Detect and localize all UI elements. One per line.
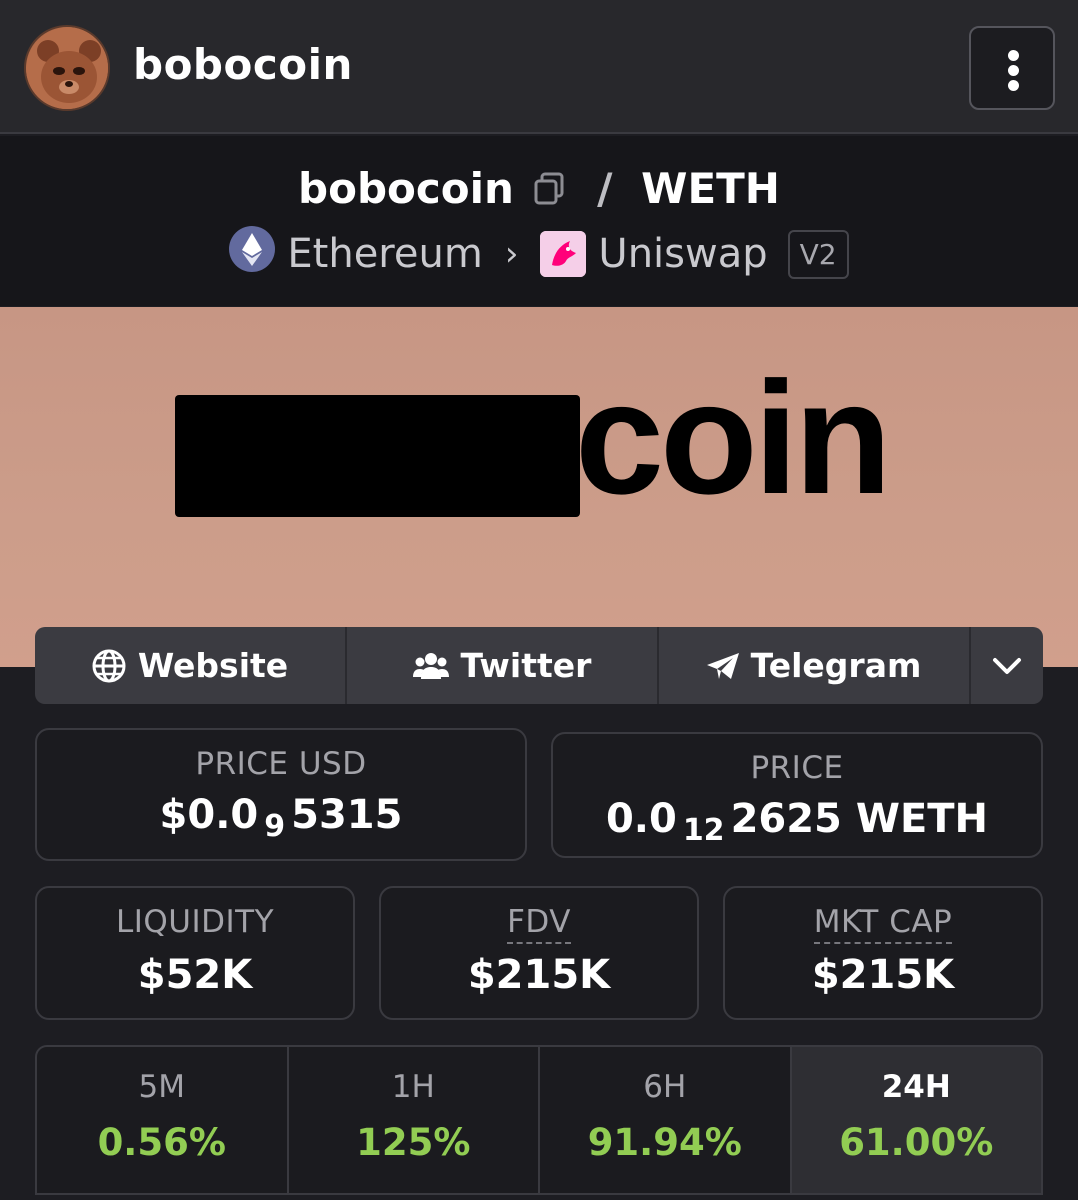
token-avatar <box>24 25 110 111</box>
uniswap-icon <box>540 231 587 277</box>
twitter-label: Twitter <box>460 646 592 685</box>
tab-24h[interactable]: 24H 61.00% <box>791 1047 1041 1193</box>
price-usd-label: PRICE USD <box>195 746 367 782</box>
base-token-symbol: bobocoin <box>298 164 514 213</box>
liquidity-value: $52K <box>137 952 253 998</box>
tab-6h[interactable]: 6H 91.94% <box>540 1047 792 1193</box>
mkt-cap-label-wrap: MKT CAP <box>725 904 1041 944</box>
banner-text: coin <box>575 348 892 527</box>
globe-icon <box>92 649 126 682</box>
more-links-button[interactable] <box>971 627 1043 704</box>
price-native-prefix: 0.0 <box>605 796 677 842</box>
website-button[interactable]: Website <box>35 627 347 704</box>
period-label: 1H <box>391 1069 435 1105</box>
dex-link[interactable]: Uniswap <box>598 231 767 277</box>
fdv-card[interactable]: FDV $215K <box>379 886 699 1020</box>
price-change-tabs: 5M 0.56% 1H 125% 6H 91.94% 24H 61.00% <box>35 1045 1043 1195</box>
redaction-block <box>175 395 580 517</box>
price-usd-card: PRICE USD $0.0 9 5315 <box>35 728 527 861</box>
top-bar: bobocoin <box>0 0 1078 134</box>
period-label: 5M <box>138 1069 185 1105</box>
quote-token-symbol: WETH <box>641 164 780 213</box>
menu-dot-icon <box>1008 80 1019 91</box>
mkt-cap-value: $215K <box>811 952 955 998</box>
social-links-bar: Website Twitter Telegram <box>35 627 1043 704</box>
pair-title: bobocoin / WETH <box>0 164 1078 216</box>
more-options-button[interactable] <box>969 26 1055 110</box>
twitter-button[interactable]: Twitter <box>347 627 659 704</box>
pair-header: bobocoin / WETH Ethereum › Uniswap V2 <box>0 136 1078 306</box>
users-icon <box>412 652 449 679</box>
change-value: 61.00% <box>839 1121 994 1164</box>
menu-dot-icon <box>1008 65 1019 76</box>
telegram-button[interactable]: Telegram <box>659 627 971 704</box>
change-value: 91.94% <box>587 1121 742 1164</box>
mkt-cap-label: MKT CAP <box>813 904 953 944</box>
change-value: 0.56% <box>97 1121 226 1164</box>
chevron-down-icon <box>993 657 1021 674</box>
liquidity-label: LIQUIDITY <box>115 904 275 940</box>
price-native-zero-count: 12 <box>682 813 725 848</box>
ethereum-icon <box>229 226 287 282</box>
version-badge: V2 <box>787 229 849 279</box>
website-label: Website <box>137 646 289 685</box>
price-native-card: PRICE 0.0 12 2625 WETH <box>551 732 1043 858</box>
pair-route: Ethereum › Uniswap V2 <box>0 226 1078 282</box>
telegram-label: Telegram <box>750 646 922 685</box>
pair-separator: / <box>597 164 613 213</box>
mkt-cap-card[interactable]: MKT CAP $215K <box>723 886 1043 1020</box>
price-usd-prefix: $0.0 <box>159 792 259 838</box>
fdv-value: $215K <box>467 952 611 998</box>
price-native-value: 0.0 12 2625 WETH <box>553 796 1041 848</box>
menu-dot-icon <box>1008 50 1019 61</box>
price-native-label: PRICE <box>750 750 844 786</box>
tab-1h[interactable]: 1H 125% <box>289 1047 540 1193</box>
period-label: 6H <box>643 1069 687 1105</box>
telegram-icon <box>706 652 739 679</box>
copy-icon[interactable] <box>533 167 565 216</box>
token-name: bobocoin <box>133 40 353 89</box>
price-usd-value: $0.0 9 5315 <box>37 792 525 844</box>
fdv-label-wrap: FDV <box>381 904 697 944</box>
fdv-label: FDV <box>507 904 571 944</box>
chain-link[interactable]: Ethereum <box>287 231 482 277</box>
tab-5m[interactable]: 5M 0.56% <box>37 1047 289 1193</box>
price-native-digits: 2625 WETH <box>730 796 989 842</box>
change-value: 125% <box>356 1121 471 1164</box>
period-label: 24H <box>881 1069 951 1105</box>
liquidity-card: LIQUIDITY $52K <box>35 886 355 1020</box>
price-usd-digits: 5315 <box>291 792 403 838</box>
price-usd-zero-count: 9 <box>264 809 286 844</box>
chevron-right-icon: › <box>504 234 519 274</box>
